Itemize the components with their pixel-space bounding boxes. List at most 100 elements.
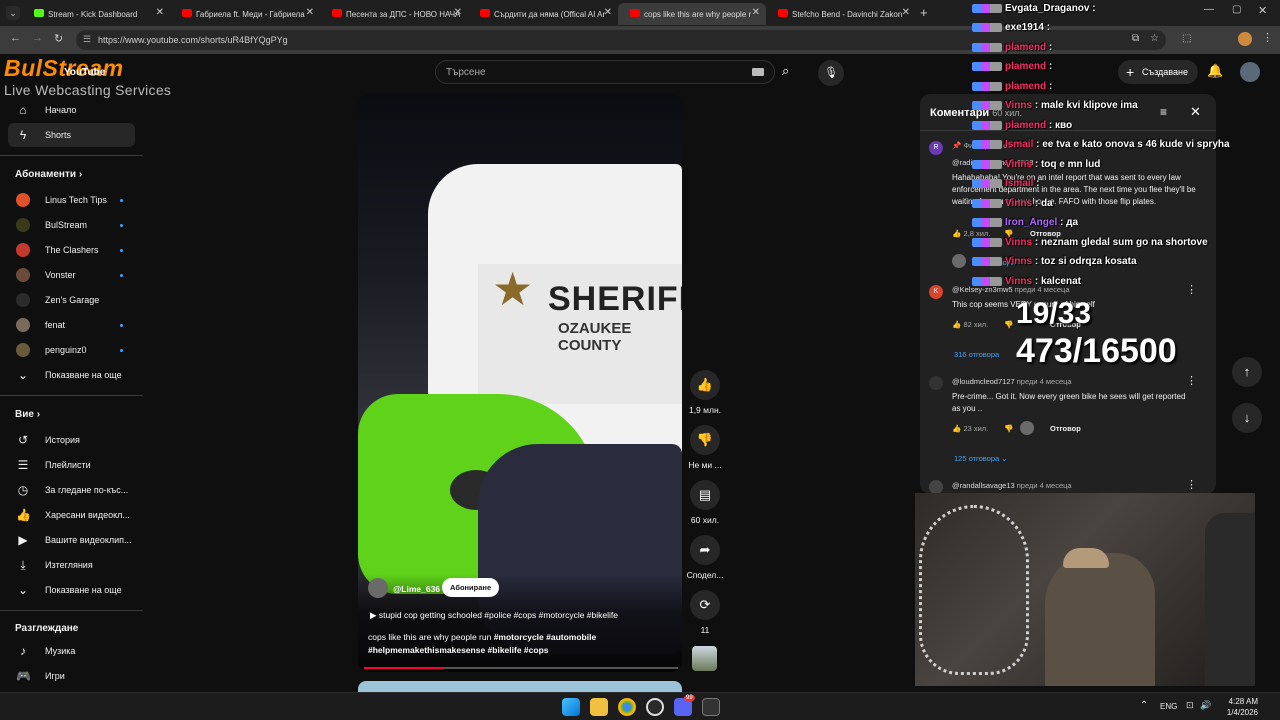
network-icon[interactable]: ⊡ [1186,700,1194,711]
sidebar-item-watch-later[interactable]: ◷ За гледане по-къс... [8,478,135,502]
comment-menu-icon[interactable]: ⋮ [1186,374,1197,387]
tray-chevron-icon[interactable]: ⌃ [1140,700,1148,711]
sidebar-item-linus[interactable]: Linus Tech Tips [8,188,135,212]
youtube-wordmark[interactable]: YouTube [64,67,105,78]
sidebar-show-more-subs[interactable]: ⌄ Показване на още [8,363,135,387]
avatar[interactable] [929,376,943,390]
sidebar-item-your-videos[interactable]: ▶ Вашите видеоклип... [8,528,135,552]
profile-avatar[interactable] [1238,32,1252,46]
obs-icon[interactable] [646,698,664,716]
tab-stefcho[interactable]: Stefcho Bend - Davinchi Zakon ✕ [766,3,916,25]
music-line[interactable]: ▶ stupid cop getting schooled #police #c… [370,610,618,621]
search-input[interactable]: Търсене [446,67,486,78]
tab-cops-active[interactable]: cops like this are why people r ✕ [618,3,766,25]
chrome-icon[interactable] [618,698,636,716]
comment-author[interactable]: @randallsavage13 преди 4 месеца [952,481,1072,490]
reply-button[interactable]: Отговор [1050,424,1081,433]
avatar[interactable]: K [929,285,943,299]
language-indicator[interactable]: ENG [1160,702,1177,711]
account-avatar[interactable] [1240,62,1260,82]
sidebar-item-clashers[interactable]: The Clashers [8,238,135,262]
notifications-bell-icon[interactable]: 🔔 [1207,63,1223,79]
terminal-icon[interactable] [702,698,720,716]
close-icon[interactable]: ✕ [604,7,612,18]
share-button[interactable]: ➦ [690,535,720,565]
sidebar-item-downloads[interactable]: ⤓ Изтегляния [8,553,135,577]
comment-like-count[interactable]: 👍 23 хил. [952,424,988,433]
remix-button[interactable]: ⟳ [690,590,720,620]
next-short-button[interactable]: ↓ [1232,403,1262,433]
tab-search-icon[interactable]: ⌄ [6,6,20,20]
tab-pesenta[interactable]: Песента за ДПС - НОВО НАЧА ✕ [320,3,468,25]
chat-message: Vinns : da [972,198,1053,209]
sidebar-item-home[interactable]: ⌂ Начало [8,98,135,122]
menu-dots-icon[interactable]: ⋮ [1262,31,1273,44]
sidebar-item-zens-garage[interactable]: Zen's Garage [8,288,135,312]
sidebar-item-history[interactable]: ↺ История [8,428,135,452]
close-icon[interactable]: ✕ [902,7,910,18]
sidebar-item-gaming[interactable]: 🎮 Игри [8,664,135,688]
you-heading[interactable]: Вие › [15,409,40,420]
comments-button[interactable]: ▤ [690,480,720,510]
tab-sarditi[interactable]: Сърдити да няма (Offical AI Ar ✕ [468,3,618,25]
new-tab-button[interactable]: + [920,5,928,20]
search-icon[interactable]: ⌕ [782,63,789,79]
replies-toggle[interactable]: 316 отговора [954,350,999,359]
file-explorer-icon[interactable] [590,698,608,716]
channel-avatar[interactable] [368,578,388,598]
sidebar-item-music[interactable]: ♪ Музика [8,639,135,663]
forward-arrow-icon[interactable]: → [32,32,43,44]
replies-toggle[interactable]: 125 отговора ⌄ [954,454,1008,463]
comment-menu-icon[interactable]: ⋮ [1186,283,1197,296]
extensions-icon[interactable]: ⬚ [1182,33,1191,44]
search-box[interactable]: Търсене [435,60,775,84]
sidebar-show-more-you[interactable]: ⌄ Показване на още [8,578,135,602]
sidebar-item-vonster[interactable]: Vonster [8,263,135,287]
close-icon[interactable]: ✕ [306,7,314,18]
comment-like-count[interactable]: 👍 82 хил. [952,320,988,329]
comment-menu-icon[interactable]: ⋮ [1186,478,1197,491]
next-short-preview[interactable] [358,681,682,692]
volume-icon[interactable]: 🔊 [1200,700,1211,711]
comment-dislike[interactable]: 👎 [1004,424,1013,433]
close-window-button[interactable]: ✕ [1258,4,1267,17]
sidebar-item-fenat[interactable]: fenat [8,313,135,337]
subscriptions-heading[interactable]: Абонаменти › [15,169,82,180]
maximize-button[interactable]: ▢ [1232,4,1241,15]
close-icon[interactable]: ✕ [1190,104,1201,120]
sidebar-item-playlists[interactable]: ☰ Плейлисти [8,453,135,477]
tab-kick[interactable]: Stream - Kick Dashboard ✕ [22,3,170,25]
shorts-video-player[interactable]: ★ SHERIFF OZAUKEE COUNTY @Lime_636 Абони… [358,94,682,672]
windows-start-icon[interactable] [562,698,580,716]
sidebar-item-penguinz0[interactable]: penguinz0 [8,338,135,362]
close-icon[interactable]: ✕ [156,7,164,18]
video-progress-bar[interactable] [364,667,678,669]
sidebar-item-liked[interactable]: 👍 Харесани видеокл... [8,503,135,527]
comment-dislike[interactable]: 👎 [1004,320,1013,329]
avatar[interactable]: R [929,141,943,155]
sort-icon[interactable]: ≡ [1160,105,1167,119]
like-button[interactable]: 👍 [690,370,720,400]
sidebar-item-shorts[interactable]: ϟ Shorts [8,123,135,147]
comment-author[interactable]: @loudmcleod7127 преди 4 месеца [952,377,1072,386]
minimize-button[interactable]: — [1204,4,1214,15]
avatar[interactable] [929,480,943,494]
mic-icon[interactable]: 🎙 [818,60,844,86]
sidebar-item-bulstream[interactable]: BulStream [8,213,135,237]
site-info-icon[interactable]: ☰ [83,34,91,45]
create-button[interactable]: + Създаване [1118,60,1198,84]
previous-short-button[interactable]: ↑ [1232,357,1262,387]
back-arrow-icon[interactable]: ← [10,32,21,44]
tab-gabriela[interactable]: Габриела ft. Меди - Габриела ✕ [170,3,320,25]
subscribe-button[interactable]: Абониране [442,578,500,597]
reload-icon[interactable]: ↻ [54,32,63,45]
cast-icon[interactable]: ⧉ [1132,33,1139,44]
bookmark-star-icon[interactable]: ☆ [1150,33,1159,44]
close-icon[interactable]: ✕ [454,7,462,18]
keyboard-icon[interactable] [752,68,764,76]
system-clock[interactable]: 4:28 AM 1/4/2026 [1218,696,1258,718]
close-icon[interactable]: ✕ [752,7,760,18]
channel-name[interactable]: @Lime_636 [393,584,440,594]
dislike-button[interactable]: 👎 [690,425,720,455]
sound-thumbnail[interactable] [692,646,717,671]
